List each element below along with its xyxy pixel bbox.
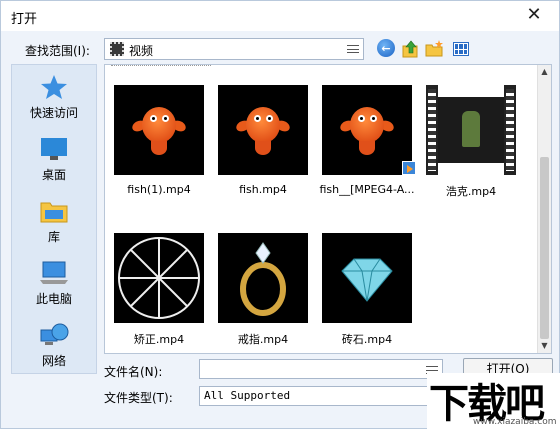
vertical-scrollbar[interactable]: ▲ ▼ bbox=[537, 65, 551, 353]
scroll-down-icon[interactable]: ▼ bbox=[540, 342, 549, 350]
place-desktop[interactable]: 桌面 bbox=[12, 131, 96, 189]
wheel-thumbnail bbox=[114, 233, 204, 323]
video-folder-icon bbox=[110, 42, 124, 56]
file-item[interactable]: 矫正.mp4 bbox=[109, 233, 209, 353]
file-name: 浩克.mp4 bbox=[445, 185, 497, 198]
scroll-up-icon[interactable]: ▲ bbox=[540, 68, 549, 76]
diamond-thumbnail bbox=[322, 233, 412, 323]
place-label: 桌面 bbox=[41, 168, 66, 182]
new-folder-button[interactable] bbox=[425, 39, 445, 59]
file-name: 戒指.mp4 bbox=[237, 333, 289, 346]
fish-thumbnail bbox=[322, 85, 416, 175]
file-name: fish__[MPEG4-A... bbox=[319, 183, 415, 196]
look-in-value: 视频 bbox=[129, 44, 154, 58]
place-label: 网络 bbox=[41, 354, 66, 368]
file-item[interactable]: fish.mp4 bbox=[213, 85, 313, 205]
ring-thumbnail bbox=[218, 233, 308, 323]
desktop-icon bbox=[39, 136, 69, 162]
dropdown-grip-icon[interactable] bbox=[347, 45, 359, 53]
back-icon: ← bbox=[377, 39, 395, 57]
file-item[interactable]: 砖石.mp4 bbox=[317, 233, 417, 353]
place-label: 库 bbox=[47, 230, 60, 244]
fish-thumbnail bbox=[114, 85, 204, 175]
open-file-dialog: 打开 ✕ 查找范围(I): 视频 ← 快速访问 桌面 库 此电脑 网络 fish… bbox=[0, 0, 560, 430]
place-library[interactable]: 库 bbox=[12, 193, 96, 251]
library-icon bbox=[39, 198, 69, 224]
look-in-label: 查找范围(I): bbox=[25, 44, 90, 58]
place-this-pc[interactable]: 此电脑 bbox=[12, 255, 96, 313]
film-thumbnail bbox=[426, 85, 516, 175]
media-player-badge-icon bbox=[402, 161, 416, 175]
new-folder-icon bbox=[425, 40, 443, 57]
up-folder-icon bbox=[402, 40, 418, 58]
dialog-title: 打开 bbox=[11, 12, 38, 27]
file-item[interactable]: 戒指.mp4 bbox=[213, 233, 313, 353]
view-menu-button[interactable] bbox=[453, 39, 473, 59]
file-item[interactable]: fish__[MPEG4-A... bbox=[317, 85, 417, 205]
up-folder-button[interactable] bbox=[401, 39, 421, 59]
computer-icon bbox=[39, 260, 69, 286]
view-menu-icon bbox=[453, 42, 469, 56]
back-button[interactable]: ← bbox=[377, 39, 397, 59]
scroll-divider bbox=[111, 65, 211, 66]
place-quick-access[interactable]: 快速访问 bbox=[12, 69, 96, 127]
close-icon[interactable]: ✕ bbox=[517, 1, 551, 27]
file-name: 矫正.mp4 bbox=[133, 333, 185, 346]
file-name: fish(1).mp4 bbox=[127, 183, 191, 196]
place-network[interactable]: 网络 bbox=[12, 317, 96, 375]
fish-thumbnail bbox=[218, 85, 308, 175]
place-label: 此电脑 bbox=[35, 292, 72, 306]
file-item[interactable]: 浩克.mp4 bbox=[421, 85, 521, 205]
file-type-select[interactable]: All Supported bbox=[199, 386, 443, 406]
place-label: 快速访问 bbox=[29, 106, 78, 120]
site-watermark: 下载吧 www.xiazaiba.com bbox=[427, 373, 560, 430]
file-name: fish.mp4 bbox=[239, 183, 287, 196]
network-icon bbox=[39, 322, 69, 348]
file-list[interactable]: fish(1).mp4 fish.mp4 fish__[MPEG4-A... 浩… bbox=[104, 64, 552, 354]
file-type-label: 文件类型(T): bbox=[104, 391, 173, 405]
star-icon bbox=[39, 74, 69, 100]
file-item[interactable]: fish(1).mp4 bbox=[109, 85, 209, 205]
places-bar: 快速访问 桌面 库 此电脑 网络 bbox=[11, 64, 97, 374]
watermark-url: www.xiazaiba.com bbox=[473, 417, 557, 427]
scroll-thumb[interactable] bbox=[540, 157, 549, 339]
file-name-input[interactable] bbox=[199, 359, 443, 379]
file-name: 砖石.mp4 bbox=[341, 333, 393, 346]
look-in-combo[interactable]: 视频 bbox=[104, 38, 364, 60]
file-name-label: 文件名(N): bbox=[104, 365, 163, 379]
title-bar: 打开 ✕ bbox=[1, 1, 559, 31]
